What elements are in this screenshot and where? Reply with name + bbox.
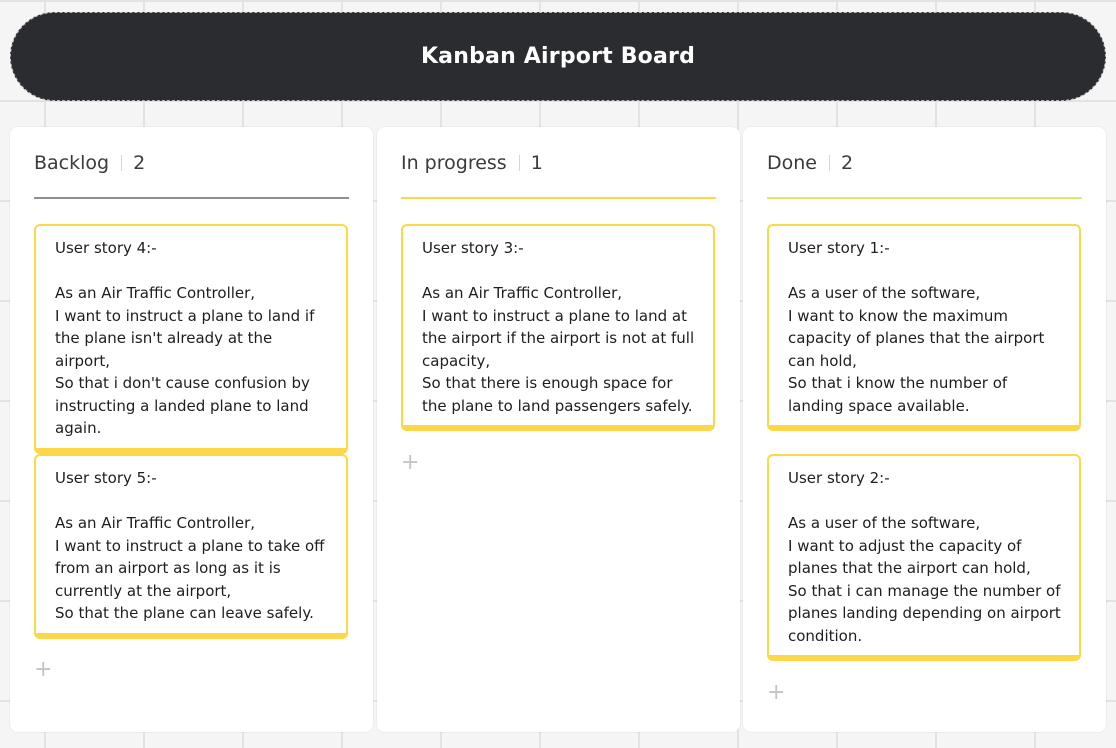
column-header-divider <box>518 155 520 171</box>
column-rule <box>34 197 349 199</box>
column-header-divider <box>121 155 123 171</box>
board-title: Kanban Airport Board <box>420 44 696 69</box>
card-user-story-4[interactable]: User story 4:- As an Air Traffic Control… <box>34 224 348 454</box>
column-header[interactable]: Backlog 2 <box>34 151 349 175</box>
column-backlog: Backlog 2 User story 4:- As an Air Traff… <box>10 127 373 732</box>
add-card-button[interactable]: + <box>767 682 785 704</box>
column-rule <box>401 197 716 199</box>
column-count: 1 <box>530 152 543 174</box>
column-in-progress: In progress 1 User story 3:- As an Air T… <box>377 127 740 732</box>
column-rule <box>767 197 1082 199</box>
card-user-story-2[interactable]: User story 2:- As a user of the software… <box>767 454 1081 661</box>
column-title: Done <box>767 152 817 174</box>
column-count: 2 <box>841 152 854 174</box>
card-user-story-1[interactable]: User story 1:- As a user of the software… <box>767 224 1081 431</box>
column-title: Backlog <box>34 152 110 174</box>
add-card-button[interactable]: + <box>34 659 52 681</box>
board-header[interactable]: Kanban Airport Board <box>10 12 1106 101</box>
add-card-button[interactable]: + <box>401 452 419 474</box>
column-header-divider <box>829 155 830 171</box>
card-user-story-5[interactable]: User story 5:- As an Air Traffic Control… <box>34 454 348 639</box>
column-header[interactable]: In progress 1 <box>401 151 716 175</box>
column-count: 2 <box>133 152 146 174</box>
card-user-story-3[interactable]: User story 3:- As an Air Traffic Control… <box>401 224 715 431</box>
column-title: In progress <box>401 152 507 174</box>
column-done: Done 2 User story 1:- As a user of the s… <box>743 127 1106 732</box>
column-header[interactable]: Done 2 <box>767 151 1082 175</box>
